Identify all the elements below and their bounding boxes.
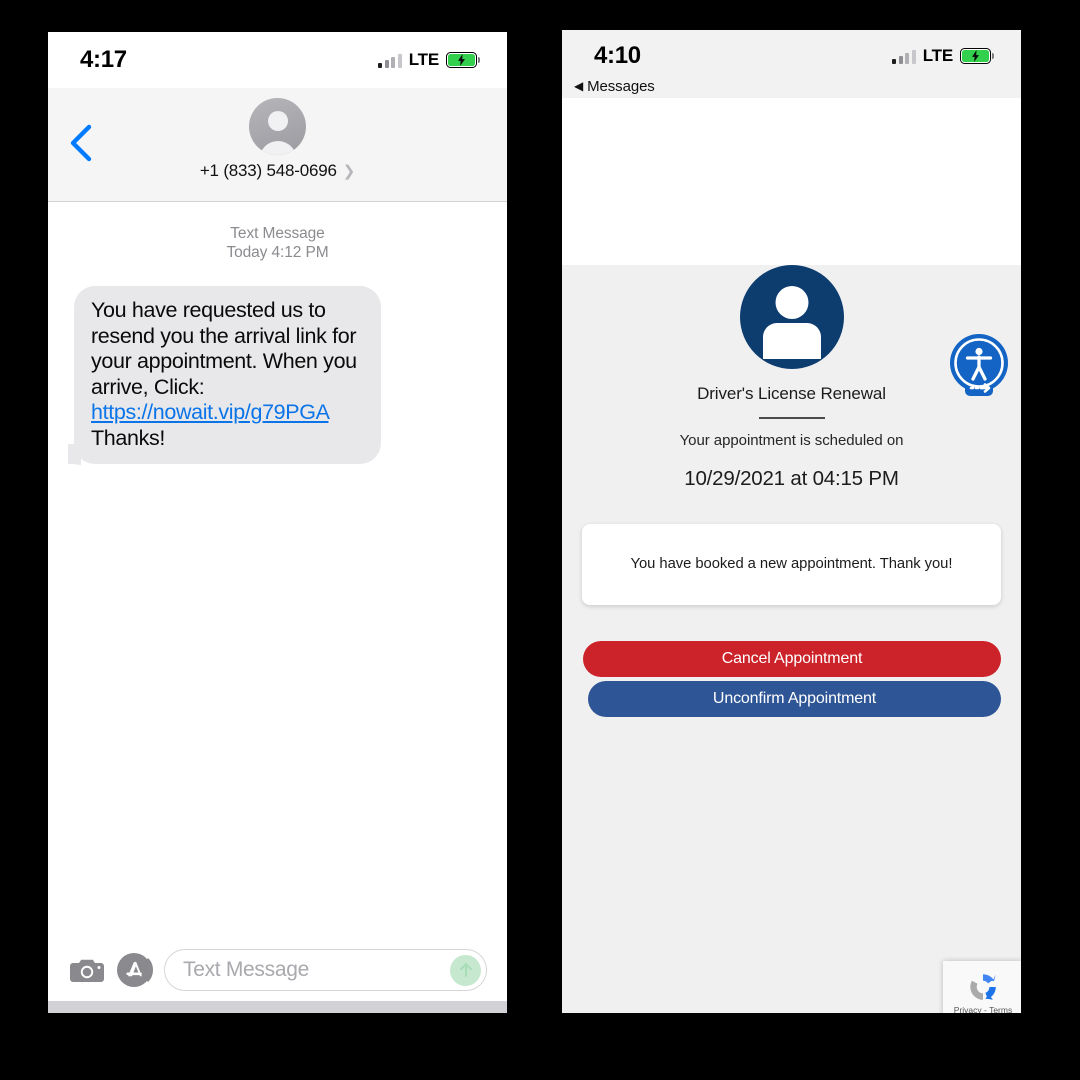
- right-status-bar: 4:10 LTE: [562, 30, 1021, 74]
- incoming-message-row: You have requested us to resend you the …: [48, 262, 507, 464]
- search-input[interactable]: Text Message: [164, 949, 487, 991]
- message-timestamp: Today 4:12 PM: [226, 244, 329, 261]
- network-label: LTE: [408, 50, 439, 69]
- contact-name-row: +1 (833) 548-0696 ❯: [199, 161, 356, 181]
- contact-info-block[interactable]: +1 (833) 548-0696 ❯: [48, 98, 507, 181]
- app-store-icon[interactable]: [117, 953, 153, 987]
- unconfirm-appointment-button[interactable]: Unconfirm Appointment: [588, 680, 1001, 717]
- scheduled-label: Your appointment is scheduled on: [679, 431, 904, 449]
- unconfirm-button-label: Unconfirm Appointment: [712, 689, 877, 707]
- camera-icon[interactable]: [70, 957, 104, 984]
- status-time: 4:17: [80, 46, 127, 73]
- status-indicators: LTE: [378, 50, 477, 70]
- message-bubble[interactable]: You have requested us to resend you the …: [74, 286, 381, 464]
- cancel-button-label: Cancel Appointment: [721, 649, 863, 667]
- recaptcha-logo-icon: [970, 974, 996, 1000]
- accessibility-widget-icon[interactable]: [948, 330, 1010, 406]
- message-text-before-link: You have requested us to resend you the …: [91, 298, 357, 399]
- contact-avatar-icon: [249, 98, 306, 155]
- message-text-after-link: Thanks!: [91, 425, 166, 450]
- web-page-content: Driver's License Renewal Your appointmen…: [562, 265, 1021, 1013]
- divider-rule: [758, 417, 825, 419]
- battery-charging-icon: [446, 52, 477, 68]
- back-triangle-icon: ◀: [574, 79, 584, 93]
- cancel-appointment-button[interactable]: Cancel Appointment: [583, 640, 1001, 677]
- chevron-right-icon: ❯: [342, 163, 356, 180]
- confirmation-card: You have booked a new appointment. Thank…: [582, 523, 1001, 605]
- send-arrow-up-icon[interactable]: [450, 954, 481, 986]
- text-message-placeholder: Text Message: [183, 958, 309, 981]
- contact-phone-number: +1 (833) 548-0696: [199, 161, 337, 180]
- status-indicators: LTE: [892, 46, 991, 66]
- messages-conversation-header: +1 (833) 548-0696 ❯: [48, 88, 507, 202]
- signal-bars-icon: [378, 53, 402, 68]
- back-to-messages-link[interactable]: ◀ Messages: [562, 74, 1021, 98]
- back-link-label: Messages: [587, 77, 655, 95]
- right-phone-safari-screen: 4:10 LTE ◀ Messages Driver's License Ren…: [562, 30, 1021, 1013]
- left-phone-messages-screen: 4:17 LTE +1 (833) 548-0696 ❯ Text Messag…: [48, 32, 507, 1013]
- scheduled-datetime: 10/29/2021 at 04:15 PM: [684, 466, 899, 490]
- imessage-app-drawer: Pay: [48, 1001, 507, 1013]
- screenshot-stage: 4:17 LTE +1 (833) 548-0696 ❯ Text Messag…: [0, 0, 1080, 1080]
- network-label: LTE: [922, 46, 953, 65]
- recaptcha-badge[interactable]: Privacy - Terms: [943, 961, 1021, 1013]
- message-input-bar: Text Message: [48, 939, 507, 1001]
- message-link[interactable]: https://nowait.vip/g79PGA: [91, 400, 329, 424]
- left-status-bar: 4:17 LTE: [48, 32, 507, 88]
- recaptcha-privacy-terms-label[interactable]: Privacy - Terms: [954, 1005, 1012, 1013]
- confirmation-message: You have booked a new appointment. Thank…: [630, 556, 953, 573]
- status-time: 4:10: [594, 42, 641, 69]
- battery-charging-icon: [960, 48, 991, 64]
- signal-bars-icon: [892, 49, 916, 64]
- business-avatar-icon: [739, 265, 844, 369]
- message-thread: Text Message Today 4:12 PM You have requ…: [48, 202, 507, 939]
- message-type-label: Text Message: [230, 225, 325, 242]
- message-meta: Text Message Today 4:12 PM: [48, 224, 507, 262]
